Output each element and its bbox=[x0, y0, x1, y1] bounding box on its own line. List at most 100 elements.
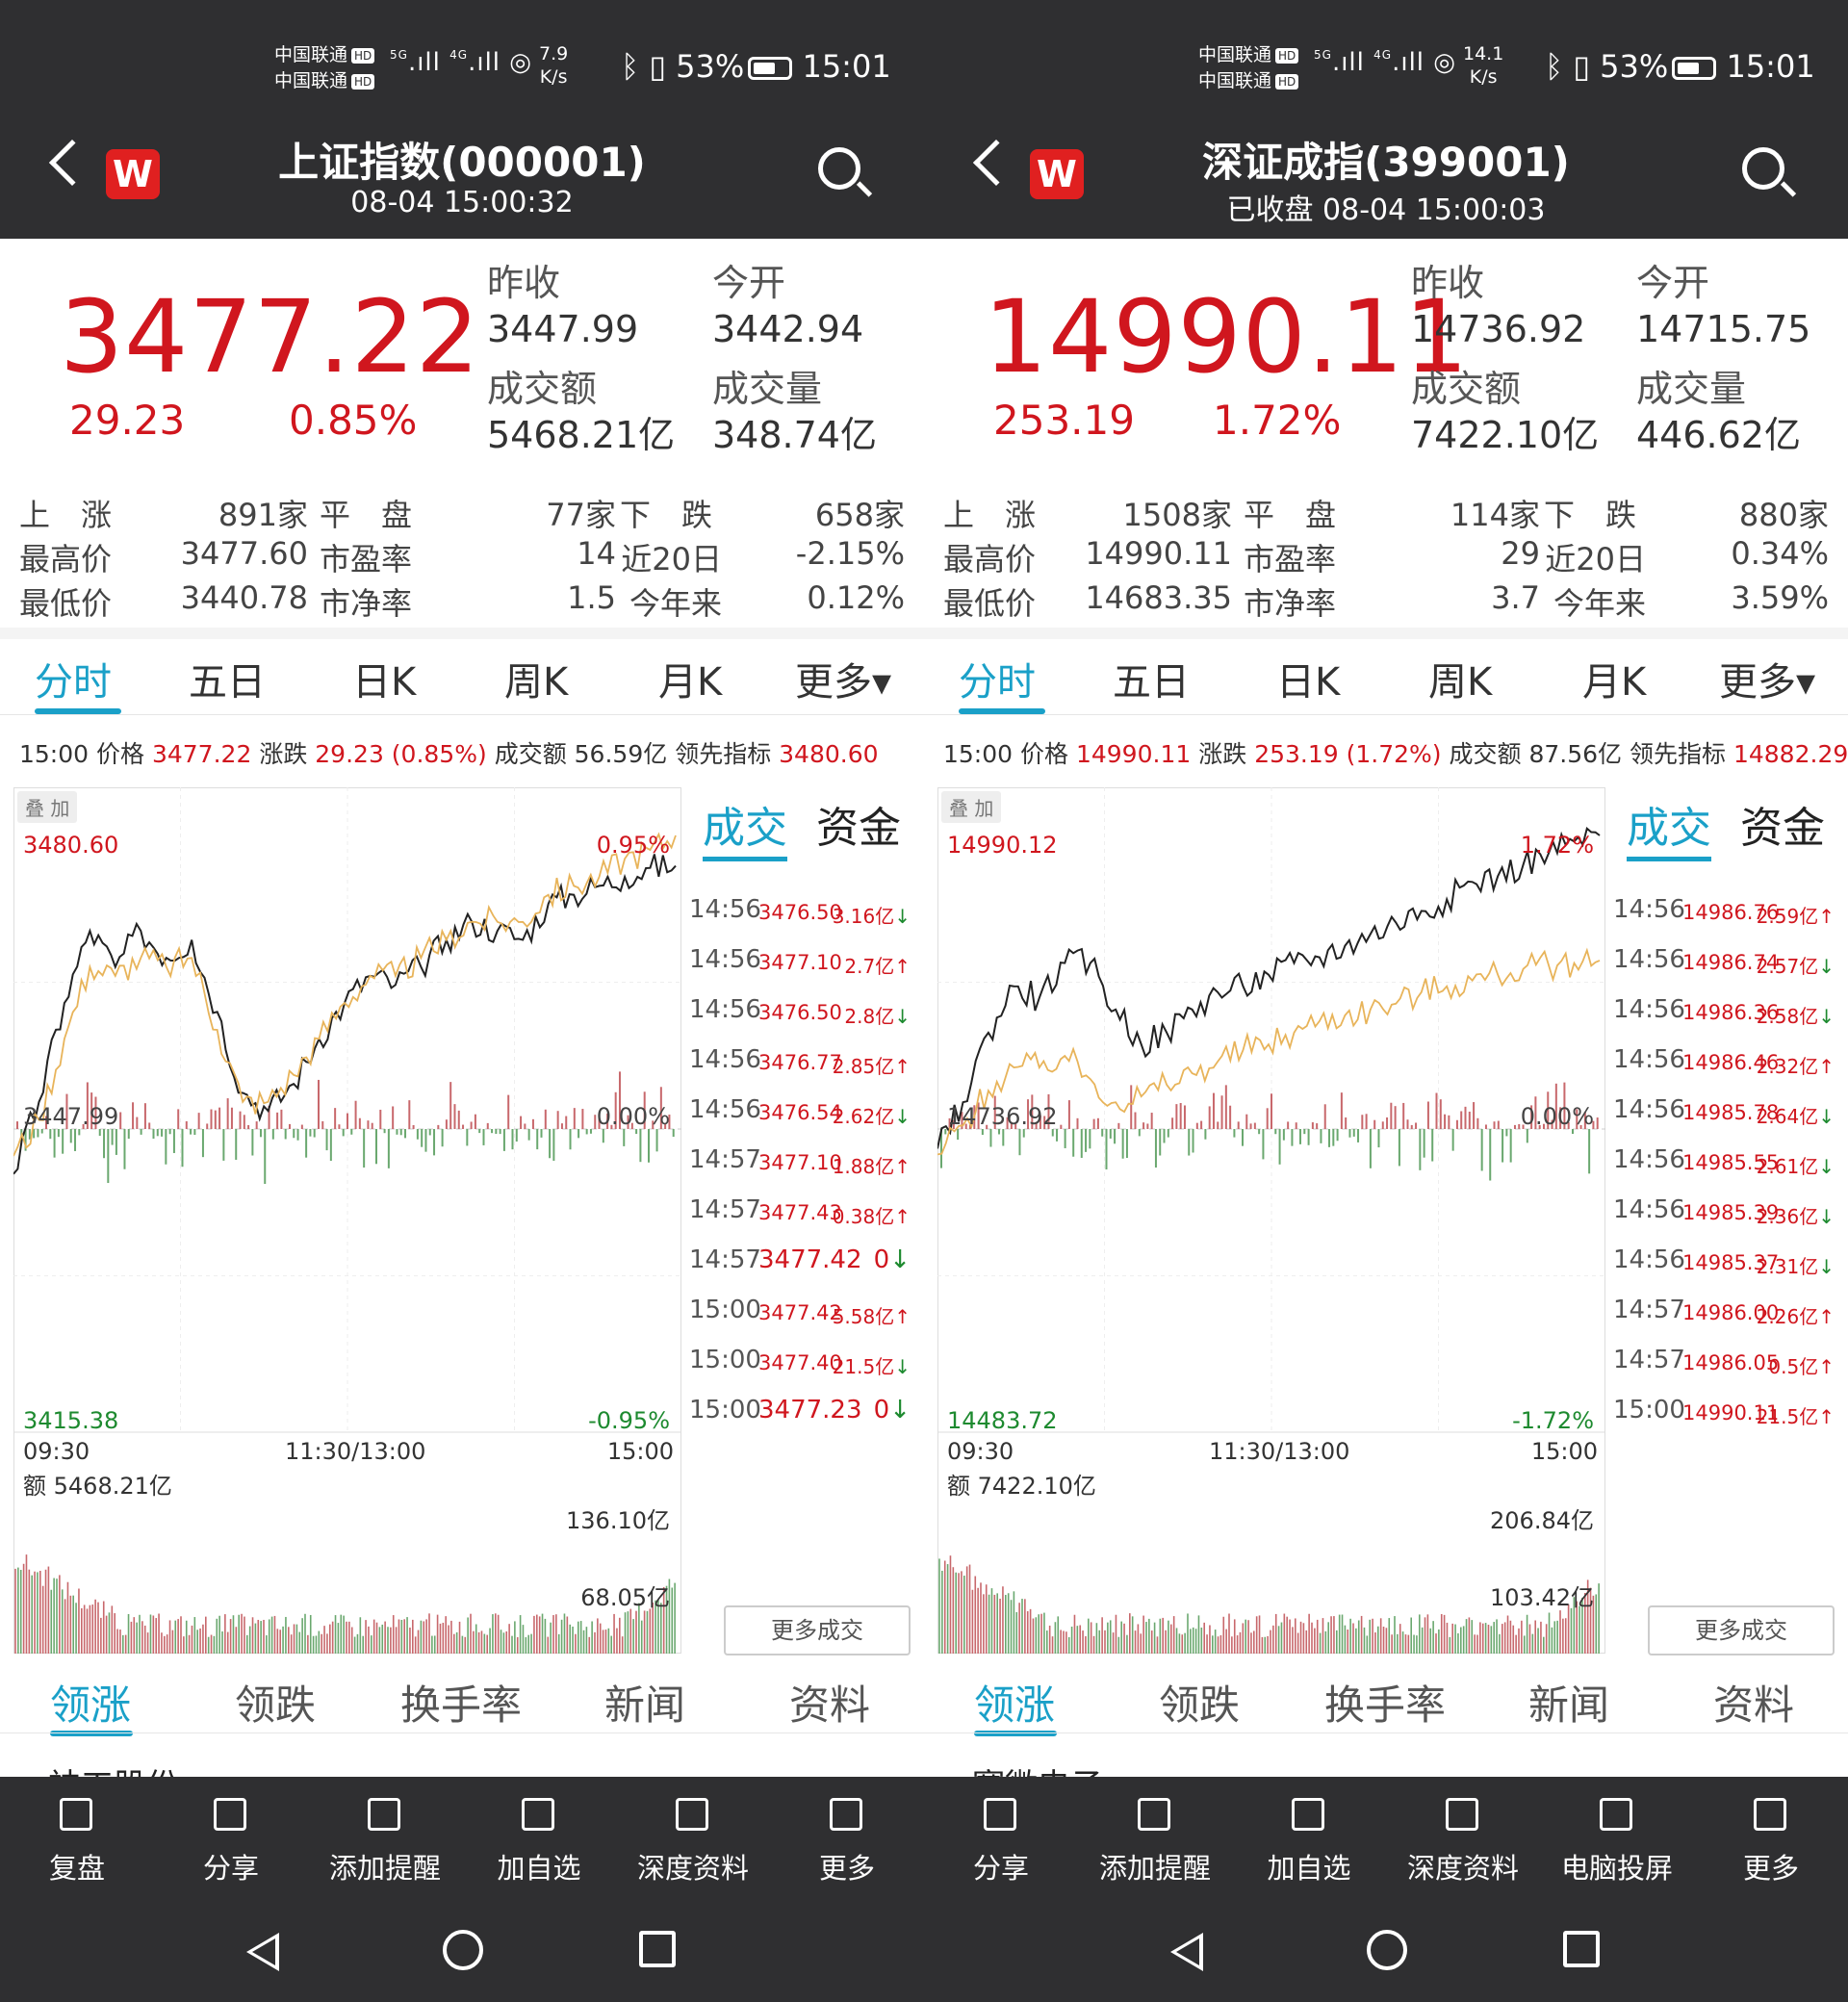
tab-funds[interactable]: 资金 bbox=[1740, 804, 1825, 853]
pb-label: 市净率 bbox=[320, 585, 413, 622]
tab-month-k[interactable]: 月K bbox=[658, 651, 722, 706]
chart-bottom-price: 3415.38 bbox=[23, 1407, 119, 1434]
tab-news[interactable]: 新闻 bbox=[1528, 1673, 1609, 1732]
tab-turnover-rate[interactable]: 换手率 bbox=[1324, 1673, 1446, 1732]
tab-day-k[interactable]: 日K bbox=[1276, 651, 1340, 706]
period-tabs: 分时 五日 日K 周K 月K 更多▾ bbox=[0, 647, 924, 716]
trade-price: 3476.50 bbox=[758, 901, 842, 924]
carrier-1: 中国联通 bbox=[1198, 44, 1272, 65]
trade-row: 14:56 3476.54 2.62亿↓ bbox=[689, 1095, 920, 1134]
trade-price: 3476.50 bbox=[758, 1001, 842, 1024]
network-4g: 4G bbox=[449, 48, 469, 62]
tab-five-day[interactable]: 五日 bbox=[1113, 651, 1190, 706]
more-button[interactable]: 更多 bbox=[1694, 1777, 1848, 1890]
review-button[interactable]: 复盘 bbox=[0, 1777, 154, 1890]
net-speed: 14.1 K/s bbox=[1463, 42, 1503, 89]
search-icon[interactable] bbox=[1742, 147, 1784, 190]
tab-more[interactable]: 更多▾ bbox=[795, 651, 891, 706]
nav-home-icon[interactable] bbox=[443, 1930, 483, 1970]
tab-five-day[interactable]: 五日 bbox=[189, 651, 266, 706]
tab-day-k[interactable]: 日K bbox=[352, 651, 416, 706]
add-alert-button[interactable]: 添加提醒 bbox=[1078, 1777, 1232, 1890]
trade-amount-value: 2.61亿 bbox=[1756, 1155, 1819, 1178]
tab-more[interactable]: 更多▾ bbox=[1719, 651, 1815, 706]
info-change: 253.19 (1.72%) bbox=[1254, 740, 1442, 768]
toolbar-label: 加自选 bbox=[1267, 1852, 1351, 1885]
add-watchlist-button[interactable]: 加自选 bbox=[462, 1777, 616, 1890]
chart-top-price: 3480.60 bbox=[23, 832, 119, 859]
deep-data-button[interactable]: 深度资料 bbox=[616, 1777, 770, 1890]
net-speed-value: 14.1 bbox=[1463, 43, 1504, 64]
turnover-label: 成交额 bbox=[487, 368, 598, 410]
trade-time: 14:56 bbox=[1613, 1245, 1685, 1274]
tab-leading-down[interactable]: 领跌 bbox=[1159, 1673, 1240, 1732]
nav-recents-icon[interactable] bbox=[1563, 1931, 1600, 1967]
tab-leading-up[interactable]: 领涨 bbox=[50, 1673, 131, 1732]
flat-label: 平 盘 bbox=[320, 497, 413, 533]
divider bbox=[924, 1732, 1848, 1733]
pe-label: 市盈率 bbox=[1244, 541, 1337, 578]
bottom-toolbar: 复盘 分享 添加提醒 加自选 深度资料 更多 bbox=[0, 1777, 924, 1890]
down-count: 880家 bbox=[1738, 497, 1829, 533]
turnover-value: 7422.10亿 bbox=[1411, 414, 1600, 456]
tab-funds[interactable]: 资金 bbox=[816, 804, 901, 853]
time-axis-end: 15:00 bbox=[1530, 1438, 1598, 1465]
page-title: 上证指数(000001) bbox=[278, 139, 646, 186]
tab-profile[interactable]: 资料 bbox=[1713, 1673, 1794, 1732]
hd-badge: HD bbox=[351, 47, 375, 64]
tab-month-k[interactable]: 月K bbox=[1582, 651, 1646, 706]
nav-home-icon[interactable] bbox=[1367, 1930, 1407, 1970]
info-amount-label: 成交额 bbox=[494, 740, 567, 768]
trade-amount: 2.61亿↓ bbox=[1757, 1151, 1835, 1179]
trade-price: 3477.42 bbox=[758, 1301, 842, 1324]
chart-prev-close: 3447.99 bbox=[23, 1103, 119, 1130]
trade-price: 3477.42 bbox=[758, 1245, 862, 1274]
trade-direction-icon: ↓ bbox=[894, 1355, 911, 1378]
screen-cast-button[interactable]: 电脑投屏 bbox=[1540, 1777, 1694, 1890]
more-trades-button[interactable]: 更多成交 bbox=[724, 1605, 911, 1656]
tab-leading-down[interactable]: 领跌 bbox=[235, 1673, 316, 1732]
tab-profile[interactable]: 资料 bbox=[789, 1673, 870, 1732]
up-label: 上 涨 bbox=[19, 497, 113, 533]
page-title: 深证成指(399001) bbox=[1202, 139, 1570, 186]
tab-week-k[interactable]: 周K bbox=[1428, 651, 1492, 706]
nav-recents-icon[interactable] bbox=[639, 1931, 676, 1967]
tab-fenshi[interactable]: 分时 bbox=[35, 651, 112, 706]
trade-row: 14:56 14985.55 2.61亿↓ bbox=[1613, 1145, 1844, 1184]
overlay-button[interactable]: 叠 加 bbox=[17, 791, 78, 823]
trade-amount: 0↓ bbox=[874, 1245, 911, 1274]
trade-tabs: 成交 资金 bbox=[703, 793, 924, 861]
flat-count: 77家 bbox=[546, 497, 616, 533]
info-lead-label: 领先指标 bbox=[1630, 740, 1727, 768]
tab-turnover-rate[interactable]: 换手率 bbox=[400, 1673, 522, 1732]
tab-leading-up[interactable]: 领涨 bbox=[974, 1673, 1055, 1732]
status-right: ᛒ ▯ 53% 15:01 bbox=[1545, 48, 1815, 85]
nav-back-icon[interactable] bbox=[246, 1933, 279, 1971]
chart-top-price: 14990.12 bbox=[947, 832, 1058, 859]
tab-news[interactable]: 新闻 bbox=[604, 1673, 685, 1732]
low-label: 最低价 bbox=[19, 585, 113, 622]
more-trades-button[interactable]: 更多成交 bbox=[1648, 1605, 1835, 1656]
overlay-button[interactable]: 叠 加 bbox=[941, 791, 1002, 823]
add-alert-button[interactable]: 添加提醒 bbox=[308, 1777, 462, 1890]
deep-data-button[interactable]: 深度资料 bbox=[1386, 1777, 1540, 1890]
more-button[interactable]: 更多 bbox=[770, 1777, 924, 1890]
trade-price: 3477.10 bbox=[758, 951, 842, 974]
share-button[interactable]: 分享 bbox=[154, 1777, 308, 1890]
toolbar-label: 分享 bbox=[202, 1852, 259, 1885]
chart-bottom-pct: -0.95% bbox=[588, 1407, 670, 1434]
share-button[interactable]: 分享 bbox=[924, 1777, 1078, 1890]
turnover-label: 成交额 bbox=[1411, 368, 1522, 410]
tab-week-k[interactable]: 周K bbox=[504, 651, 568, 706]
trade-amount-value: 2.7亿 bbox=[844, 955, 895, 978]
tab-trades[interactable]: 成交 bbox=[703, 804, 787, 861]
tab-fenshi[interactable]: 分时 bbox=[959, 651, 1036, 706]
tab-trades[interactable]: 成交 bbox=[1627, 804, 1711, 861]
time-axis-end: 15:00 bbox=[606, 1438, 674, 1465]
search-icon[interactable] bbox=[818, 147, 860, 190]
trade-row: 14:57 3477.42 0↓ bbox=[689, 1245, 920, 1284]
nav-back-icon[interactable] bbox=[1170, 1933, 1203, 1971]
trade-amount: 2.59亿↑ bbox=[1757, 901, 1835, 929]
more-icon bbox=[1754, 1798, 1786, 1831]
add-watchlist-button[interactable]: 加自选 bbox=[1232, 1777, 1386, 1890]
